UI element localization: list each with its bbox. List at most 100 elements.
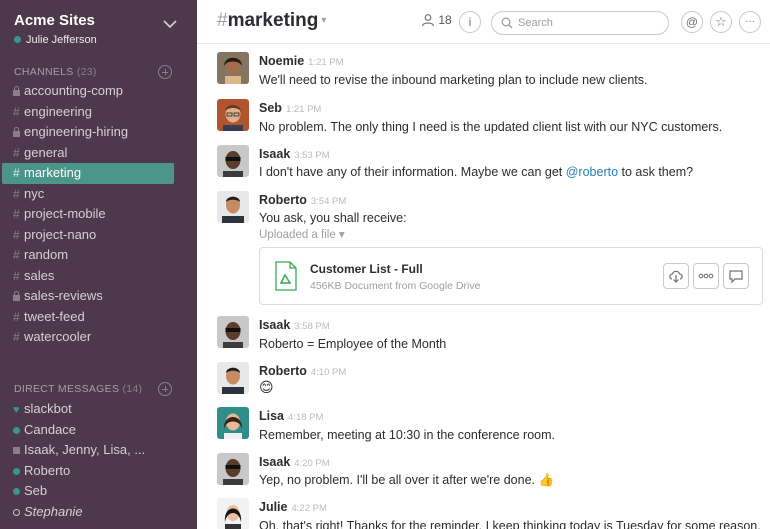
- sidebar: Acme Sites Julie Jefferson CHANNELS (23)…: [0, 0, 197, 529]
- presence-online-icon: [14, 36, 21, 43]
- message-time[interactable]: 1:21 PM: [308, 57, 343, 68]
- sidebar-channel-item[interactable]: # watercooler: [0, 327, 197, 348]
- presence-online-icon: [13, 420, 23, 441]
- sidebar-dm-item[interactable]: Seb: [0, 481, 197, 502]
- sidebar-channel-item[interactable]: # project-mobile: [0, 204, 197, 225]
- message-author[interactable]: Noemie 1:21 PM: [259, 54, 344, 68]
- sidebar-channel-item[interactable]: engineering-hiring: [0, 122, 197, 143]
- channel-label: general: [24, 144, 68, 160]
- message-time[interactable]: 3:54 PM: [311, 196, 346, 207]
- team-name: Acme Sites: [14, 12, 95, 29]
- sidebar-channel-item[interactable]: accounting-comp: [0, 81, 197, 102]
- message-author[interactable]: Seb 1:21 PM: [259, 101, 321, 115]
- user-mention-link[interactable]: @roberto: [566, 165, 618, 179]
- dm-title-text: DIRECT MESSAGES: [14, 383, 120, 395]
- channel-label: project-nano: [24, 226, 97, 242]
- sidebar-channel-item[interactable]: # nyc: [0, 184, 197, 205]
- sidebar-channel-item[interactable]: # general: [0, 143, 197, 164]
- sidebar-dm-item[interactable]: Roberto: [0, 461, 197, 482]
- channel-label: watercooler: [24, 329, 92, 344]
- sidebar-dm-item[interactable]: Candace: [0, 420, 197, 441]
- message-time[interactable]: 4:22 PM: [292, 503, 327, 514]
- author-name: Isaak: [259, 318, 291, 332]
- message-text: No problem. The only thing I need is the…: [259, 120, 723, 134]
- channel-header: #marketing ▾ 18 i Search @ ☆ ···: [197, 0, 770, 44]
- text-before: I don't have any of their information. M…: [259, 165, 566, 179]
- dm-label: Candace: [24, 421, 77, 437]
- author-name: Lisa: [259, 409, 285, 423]
- channel-title[interactable]: #marketing ▾: [217, 10, 326, 32]
- message-author[interactable]: Isaak 4:20 PM: [259, 455, 330, 469]
- presence-away-icon: [13, 502, 23, 523]
- avatar[interactable]: [217, 362, 249, 394]
- avatar[interactable]: [217, 99, 249, 131]
- avatar[interactable]: [217, 145, 249, 177]
- comment-button[interactable]: [723, 263, 749, 289]
- avatar[interactable]: [217, 191, 249, 223]
- dm-section-title[interactable]: DIRECT MESSAGES (14): [14, 383, 142, 395]
- sidebar-channel-item[interactable]: # sales: [0, 266, 197, 287]
- team-menu[interactable]: Acme Sites Julie Jefferson: [14, 12, 184, 48]
- file-more-button[interactable]: [693, 263, 719, 289]
- channel-name: marketing: [227, 10, 319, 31]
- sidebar-channel-item[interactable]: # marketing: [2, 163, 174, 184]
- uploaded-file-menu[interactable]: Uploaded a file ▾: [259, 227, 345, 241]
- heart-icon: ♥: [13, 404, 20, 416]
- search-input[interactable]: Search: [491, 11, 669, 35]
- message-author[interactable]: Julie 4:22 PM: [259, 500, 327, 514]
- channels-section-title[interactable]: CHANNELS (23): [14, 66, 97, 78]
- message-time[interactable]: 3:58 PM: [294, 321, 329, 332]
- avatar[interactable]: [217, 407, 249, 439]
- channel-label: marketing: [24, 165, 82, 180]
- file-attachment-card[interactable]: Customer List - Full 456KB Document from…: [259, 247, 763, 305]
- hash-icon: #: [13, 330, 20, 344]
- channels-count: (23): [76, 66, 97, 78]
- message-author[interactable]: Roberto 3:54 PM: [259, 193, 346, 207]
- member-count-button[interactable]: 18: [421, 13, 452, 31]
- member-count: 18: [438, 13, 452, 27]
- search-placeholder: Search: [518, 17, 553, 29]
- author-name: Isaak: [259, 147, 291, 161]
- more-options-icon[interactable]: ···: [739, 11, 761, 33]
- channel-label: tweet-feed: [24, 308, 85, 324]
- info-icon[interactable]: i: [459, 11, 481, 33]
- hash-icon: #: [13, 309, 20, 324]
- message-author[interactable]: Isaak 3:53 PM: [259, 147, 330, 161]
- message-time[interactable]: 4:18 PM: [288, 412, 323, 423]
- message-time[interactable]: 3:53 PM: [294, 150, 329, 161]
- sidebar-channel-item[interactable]: # engineering: [0, 102, 197, 123]
- channel-label: sales-reviews: [24, 288, 103, 303]
- message-time[interactable]: 1:21 PM: [286, 104, 321, 115]
- lock-icon: [13, 291, 20, 301]
- sidebar-channel-item[interactable]: # tweet-feed: [0, 307, 197, 328]
- add-channel-icon[interactable]: [158, 65, 172, 79]
- download-button[interactable]: [663, 263, 689, 289]
- hash-icon: #: [13, 268, 20, 283]
- sidebar-dm-item[interactable]: Isaak, Jenny, Lisa, ...: [0, 440, 197, 461]
- star-icon[interactable]: ☆: [710, 11, 732, 33]
- file-name[interactable]: Customer List - Full: [310, 262, 423, 276]
- avatar[interactable]: [217, 498, 249, 529]
- sidebar-dm-item[interactable]: Stephanie: [0, 502, 197, 523]
- message-time[interactable]: 4:10 PM: [311, 367, 346, 378]
- channel-label: engineering: [24, 103, 92, 119]
- dm-label: slackbot: [24, 401, 72, 416]
- sidebar-channel-item[interactable]: # project-nano: [0, 225, 197, 246]
- sidebar-channel-item[interactable]: # random: [0, 245, 197, 266]
- private-channel-icon: [13, 81, 23, 102]
- message-author[interactable]: Isaak 3:58 PM: [259, 318, 330, 332]
- sidebar-dm-item[interactable]: ♥ slackbot: [0, 399, 197, 420]
- chevron-down-icon[interactable]: [162, 18, 178, 30]
- sidebar-channel-item[interactable]: sales-reviews: [0, 286, 197, 307]
- author-name: Julie: [259, 500, 288, 514]
- message-author[interactable]: Lisa 4:18 PM: [259, 409, 323, 423]
- lock-icon: [13, 127, 20, 137]
- avatar[interactable]: [217, 453, 249, 485]
- avatar[interactable]: [217, 52, 249, 84]
- search-icon: [501, 17, 513, 29]
- avatar[interactable]: [217, 316, 249, 348]
- message-author[interactable]: Roberto 4:10 PM: [259, 364, 346, 378]
- add-dm-icon[interactable]: [158, 382, 172, 396]
- mention-icon[interactable]: @: [681, 11, 703, 33]
- message-time[interactable]: 4:20 PM: [294, 458, 329, 469]
